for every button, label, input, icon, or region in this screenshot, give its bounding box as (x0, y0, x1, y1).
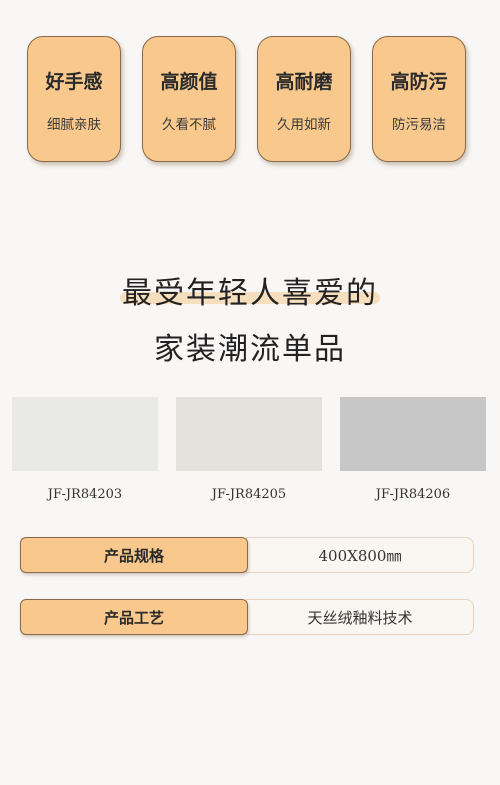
feature-cards: 好手感 细腻亲肤 高颜值 久看不腻 高耐磨 久用如新 高防污 防污易洁 (0, 36, 500, 166)
feature-title: 高耐磨 (275, 71, 333, 93)
headline-line2: 家装潮流单品 (154, 332, 346, 367)
feature-title: 好手感 (45, 71, 103, 93)
tile-image (340, 397, 486, 471)
headline-line1: 最受年轻人喜爱的 (122, 276, 378, 311)
headline: 最受年轻人喜爱的 家装潮流单品 (0, 268, 500, 368)
spec-value: 天丝绒釉料技术 (246, 599, 474, 635)
tile-image (176, 397, 322, 471)
feature-card-stain: 高防污 防污易洁 (372, 36, 466, 162)
feature-title: 高颜值 (160, 71, 218, 93)
product-code: JF-JR84203 (47, 487, 123, 502)
feature-subtitle: 防污易洁 (392, 117, 446, 133)
spec-row-size: 400X800㎜ 产品规格 (20, 537, 474, 573)
product-swatch[interactable]: JF-JR84205 (176, 397, 322, 502)
spec-row-process: 天丝绒釉料技术 产品工艺 (20, 599, 474, 635)
feature-subtitle: 久用如新 (277, 117, 331, 133)
product-swatch[interactable]: JF-JR84203 (12, 397, 158, 502)
feature-card-feel: 好手感 细腻亲肤 (27, 36, 121, 162)
spec-label: 产品规格 (20, 537, 248, 573)
product-swatch[interactable]: JF-JR84206 (340, 397, 486, 502)
spec-value: 400X800㎜ (246, 537, 474, 573)
feature-subtitle: 细腻亲肤 (47, 117, 101, 133)
feature-card-wear: 高耐磨 久用如新 (257, 36, 351, 162)
feature-title: 高防污 (390, 71, 448, 93)
product-code: JF-JR84206 (375, 487, 451, 502)
spec-label: 产品工艺 (20, 599, 248, 635)
feature-card-looks: 高颜值 久看不腻 (142, 36, 236, 162)
product-code: JF-JR84205 (211, 487, 287, 502)
headline-line1-wrap: 最受年轻人喜爱的 (0, 268, 500, 312)
tile-image (12, 397, 158, 471)
feature-subtitle: 久看不腻 (162, 117, 216, 133)
